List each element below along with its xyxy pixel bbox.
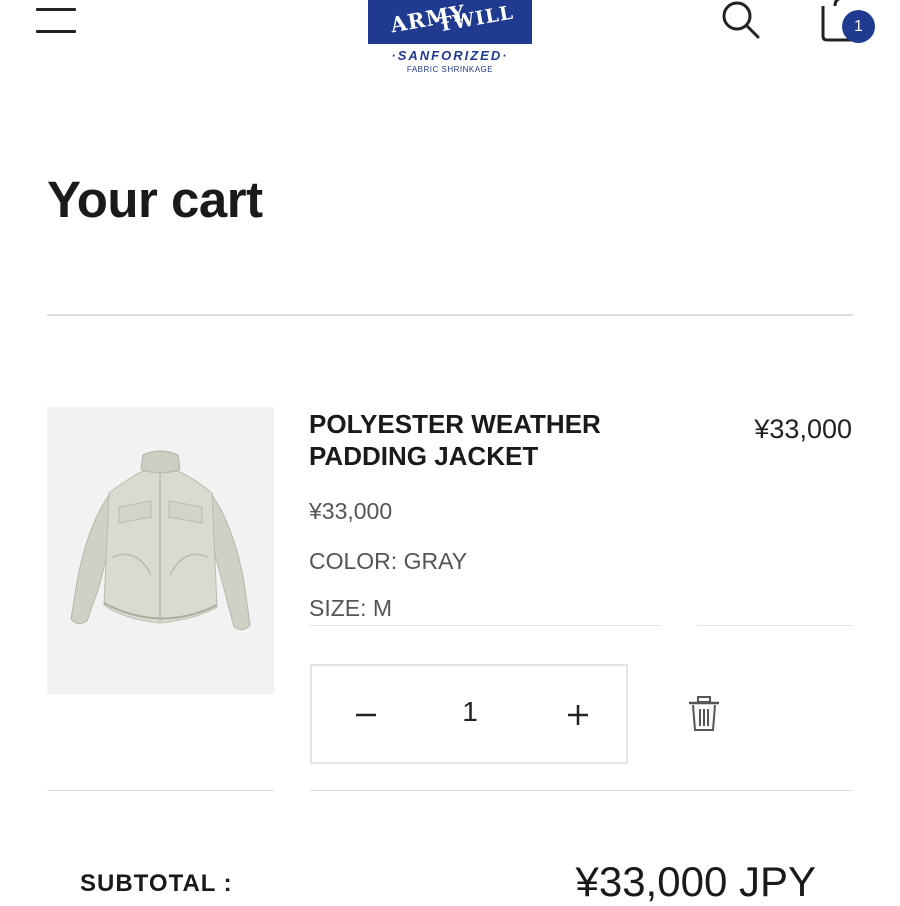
trash-icon: [689, 696, 719, 731]
product-color: COLOR: GRAY: [309, 548, 468, 574]
quantity-input[interactable]: 1: [430, 696, 510, 728]
quantity-stepper: 1: [310, 664, 628, 764]
remove-item-button[interactable]: [684, 692, 724, 736]
item-bottom-divider-left: [47, 790, 274, 791]
subtotal-label: SUBTOTAL :: [80, 870, 233, 897]
subtotal-value: ¥33,000 JPY: [575, 858, 816, 905]
product-image[interactable]: [47, 407, 274, 694]
item-options-divider: [309, 625, 661, 626]
gray-padded-jacket-image: [70, 450, 251, 631]
brand-logo[interactable]: ARMY TWILL ·SANFORIZED· FABRIC SHRINKAGE: [368, 0, 532, 80]
logo-text-sanforized: ·SANFORIZED·: [391, 48, 509, 63]
plus-icon: [568, 705, 588, 725]
menu-button[interactable]: [34, 0, 80, 40]
product-size: SIZE: M: [309, 595, 393, 621]
hamburger-menu-icon-bar: [36, 30, 76, 33]
page-title: Your cart: [47, 171, 263, 228]
item-bottom-divider-right: [310, 790, 853, 791]
search-button[interactable]: [715, 0, 765, 44]
logo-text-fabric-shrinkage: FABRIC SHRINKAGE: [406, 65, 494, 74]
cart-count-badge: 1: [842, 10, 875, 43]
line-item-price: ¥33,000: [754, 414, 852, 444]
header-divider: [47, 314, 853, 316]
product-name-link[interactable]: POLYESTER WEATHER PADDING JACKET: [309, 408, 639, 472]
cart-button[interactable]: 1: [815, 0, 885, 50]
decrease-quantity-button[interactable]: [338, 693, 394, 737]
item-options-divider-right: [697, 625, 853, 626]
unit-price: ¥33,000: [309, 498, 393, 524]
search-icon: [722, 1, 760, 39]
minus-icon: [356, 713, 376, 717]
logo-badge: ARMY TWILL: [368, 0, 532, 44]
increase-quantity-button[interactable]: [550, 693, 606, 737]
hamburger-menu-icon: [36, 8, 76, 11]
